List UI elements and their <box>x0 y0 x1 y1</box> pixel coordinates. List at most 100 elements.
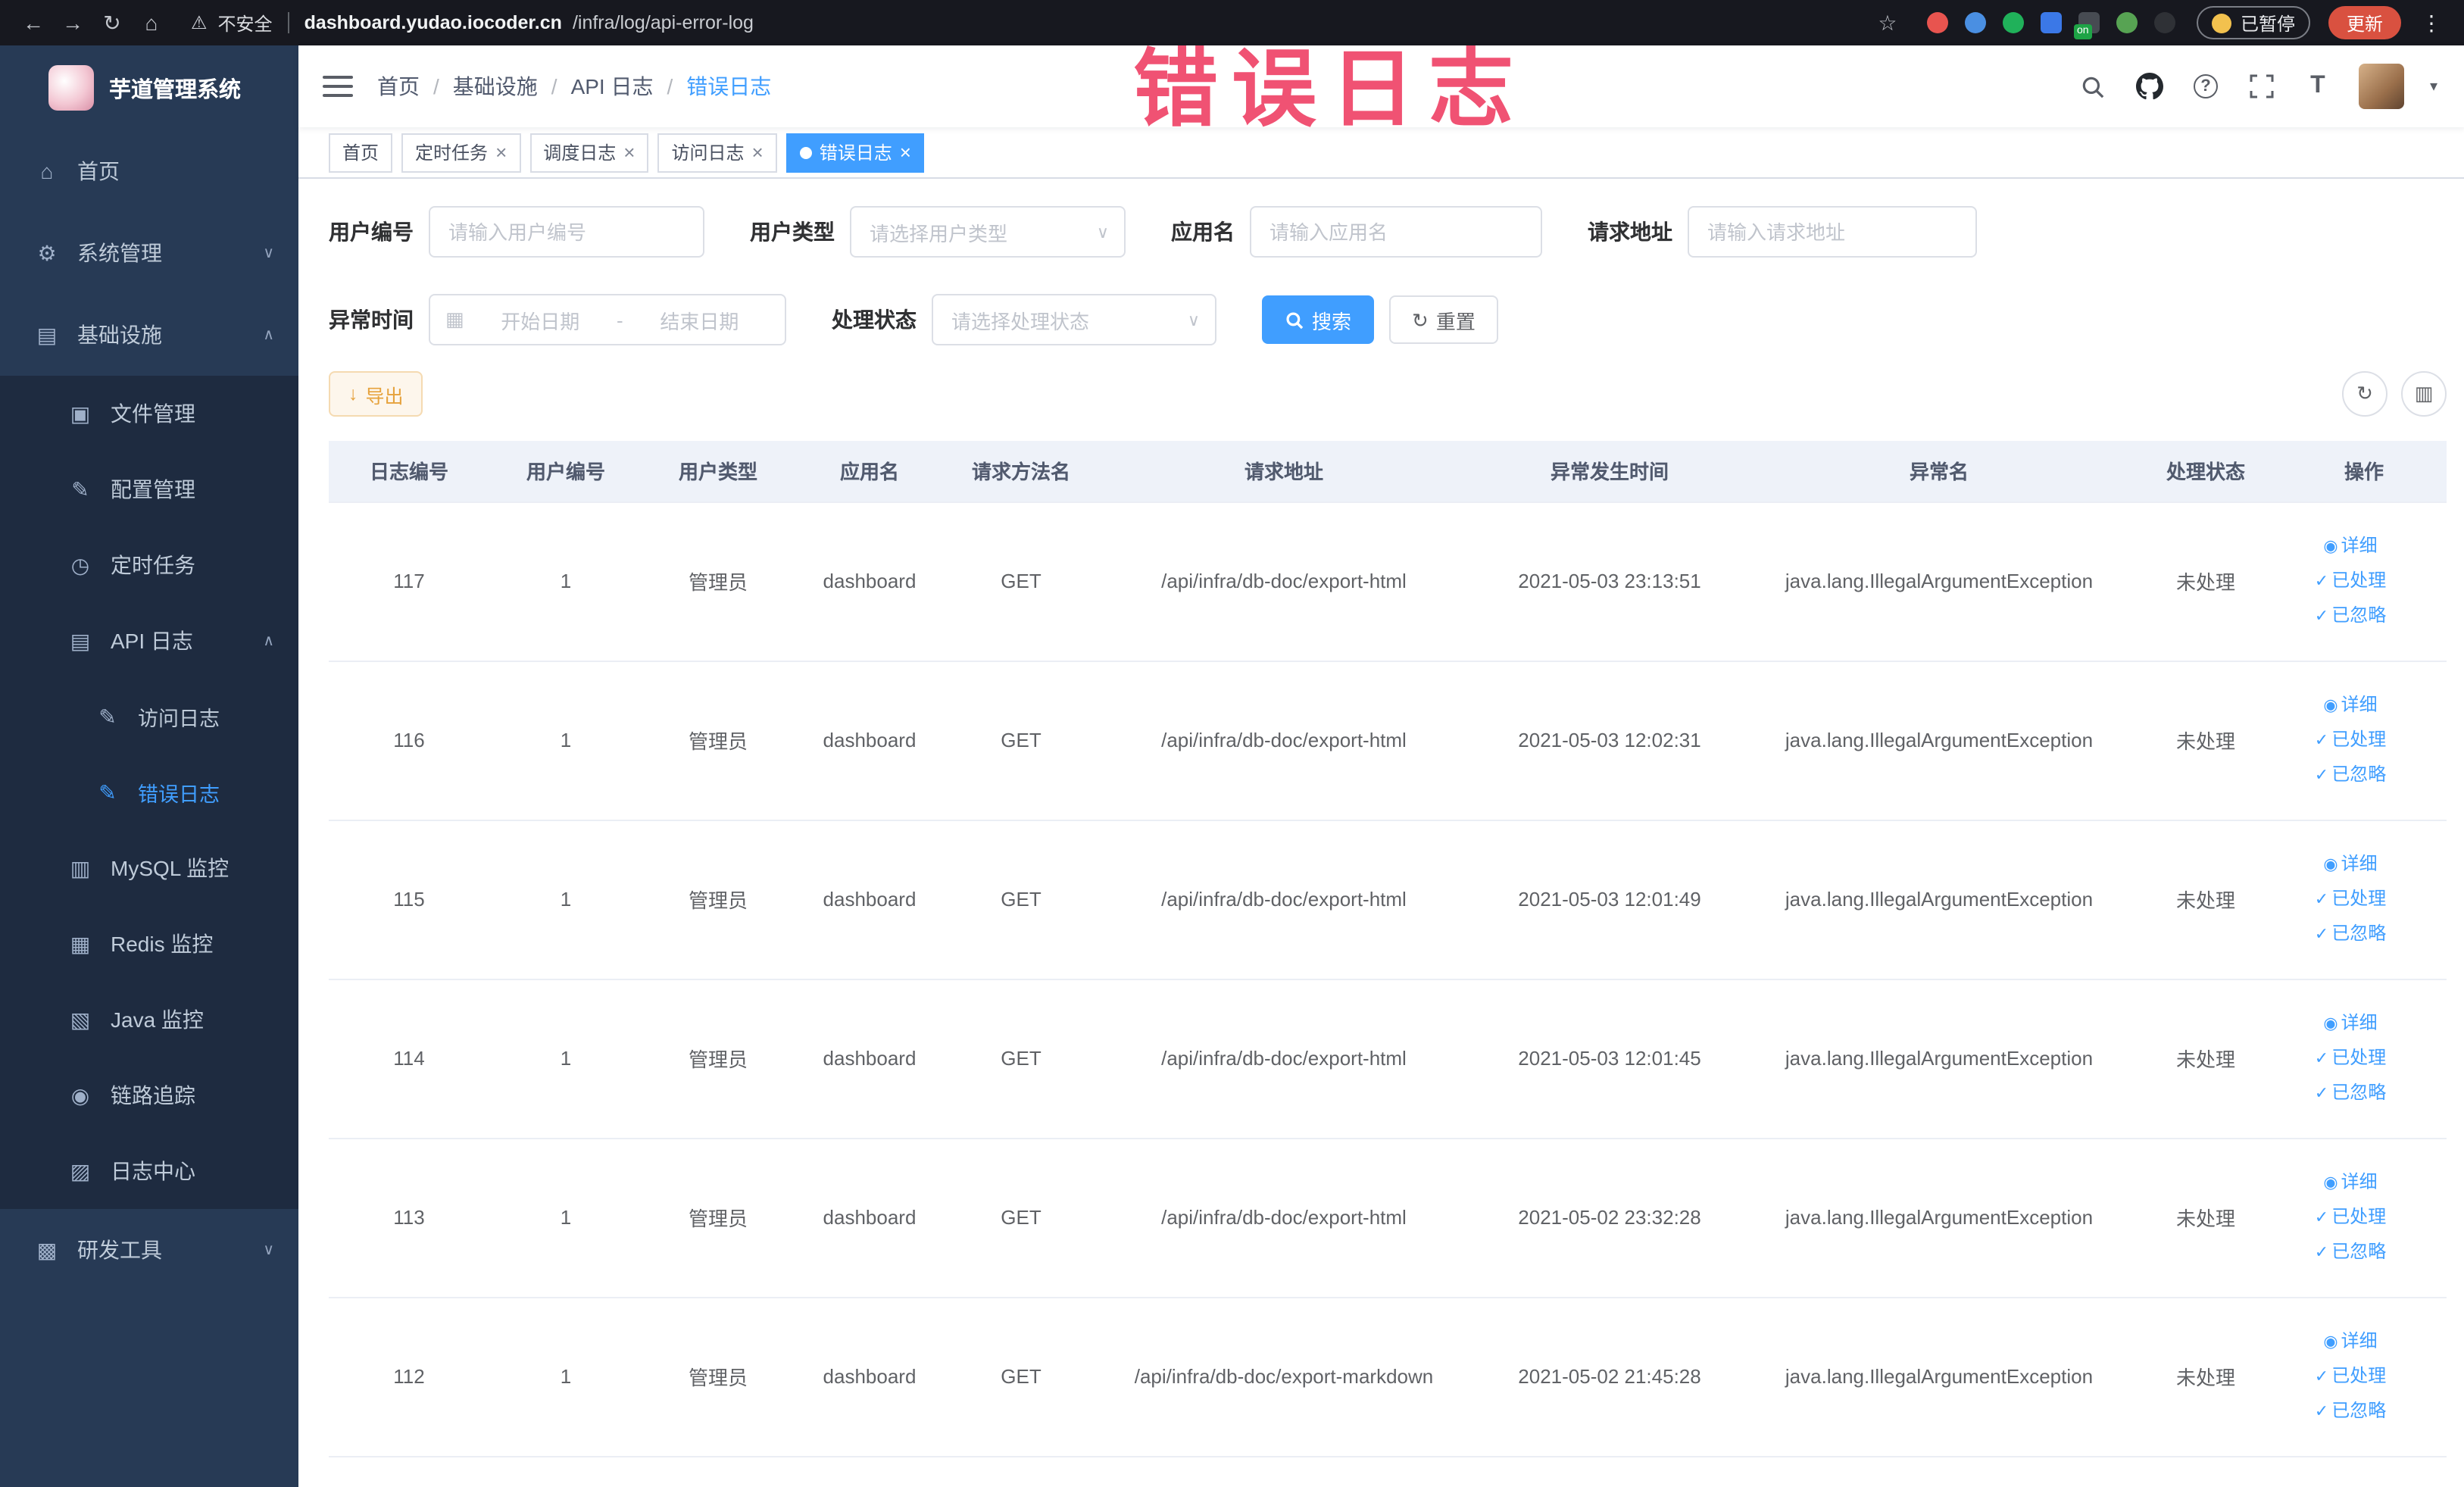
cell-status: 未处理 <box>2130 501 2281 661</box>
sidebar-item-label: 首页 <box>77 159 120 183</box>
user-id-label: 用户编号 <box>329 220 414 244</box>
tab-access-log[interactable]: 访问日志 × <box>657 133 777 172</box>
bookmark-star-icon[interactable]: ☆ <box>1869 10 1906 36</box>
detail-link[interactable]: ◉ 详细 <box>2281 1324 2419 1359</box>
mark-ignored-link[interactable]: ✓ 已忽略 <box>2281 1235 2419 1270</box>
sidebar-item-mysql-monitor[interactable]: ▥ MySQL 监控 <box>0 830 298 906</box>
detail-link[interactable]: ◉ 详细 <box>2281 529 2419 564</box>
mark-processed-link[interactable]: ✓ 已处理 <box>2281 1041 2419 1076</box>
detail-link[interactable]: ◉ 详细 <box>2281 847 2419 882</box>
detail-link[interactable]: ◉ 详细 <box>2281 688 2419 723</box>
update-button[interactable]: 更新 <box>2328 6 2401 39</box>
chevron-down-icon: ∨ <box>263 245 274 261</box>
cell-method: GET <box>945 1138 1097 1298</box>
help-icon[interactable]: ? <box>2191 71 2221 102</box>
extension-icon-4[interactable] <box>2040 12 2062 33</box>
reset-button[interactable]: ↻ 重置 <box>1389 295 1498 344</box>
github-icon[interactable] <box>2135 71 2165 102</box>
sidebar-item-label: 基础设施 <box>77 323 162 347</box>
back-icon[interactable]: ← <box>15 11 52 35</box>
mark-processed-link[interactable]: ✓ 已处理 <box>2281 1359 2419 1394</box>
forward-icon[interactable]: → <box>55 11 91 35</box>
browser-home-icon[interactable]: ⌂ <box>133 11 170 35</box>
column-settings-button[interactable]: ▥ <box>2401 371 2447 417</box>
sidebar-item-infrastructure[interactable]: ▤ 基础设施 ∧ <box>0 294 298 376</box>
paused-badge[interactable]: 已暂停 <box>2196 6 2310 39</box>
cell-user-id: 1 <box>489 979 642 1139</box>
mark-ignored-link[interactable]: ✓ 已忽略 <box>2281 758 2419 792</box>
refresh-table-button[interactable]: ↻ <box>2342 371 2387 417</box>
close-icon[interactable]: × <box>900 142 911 162</box>
cell-url: /api/infra/db-doc/export-html <box>1097 1138 1471 1298</box>
font-size-icon[interactable]: T <box>2303 71 2333 102</box>
chevron-down-icon: ∨ <box>1096 223 1109 242</box>
search-icon[interactable] <box>2078 71 2109 102</box>
breadcrumb-item-api-log[interactable]: API 日志 <box>571 71 654 102</box>
detail-link[interactable]: ◉ 详细 <box>2281 1165 2419 1200</box>
close-icon[interactable]: × <box>752 142 764 162</box>
search-button[interactable]: 搜索 <box>1262 295 1375 344</box>
extension-icon-2[interactable] <box>1964 12 1986 33</box>
sidebar-item-dev-tools[interactable]: ▩ 研发工具 ∨ <box>0 1209 298 1291</box>
paused-badge-label: 已暂停 <box>2240 13 2295 34</box>
extension-icon-1[interactable] <box>1926 12 1948 33</box>
mark-processed-link[interactable]: ✓ 已处理 <box>2281 564 2419 598</box>
sidebar-item-file-mgmt[interactable]: ▣ 文件管理 <box>0 376 298 451</box>
user-type-select[interactable]: 请选择用户类型 ∨ <box>850 206 1126 258</box>
cell-log-id: 112 <box>329 1297 489 1457</box>
export-button[interactable]: ↓ 导出 <box>329 371 423 417</box>
breadcrumb-item-home[interactable]: 首页 <box>377 71 420 102</box>
sidebar-item-home[interactable]: ⌂ 首页 <box>0 130 298 212</box>
sidebar-item-error-log[interactable]: ✎ 错误日志 <box>0 754 298 830</box>
end-date-placeholder: 结束日期 <box>660 310 739 333</box>
user-id-input[interactable] <box>429 206 704 258</box>
tab-timed-task[interactable]: 定时任务 × <box>401 133 521 172</box>
sidebar-item-api-log[interactable]: ▤ API 日志 ∧ <box>0 603 298 679</box>
sidebar-item-label: 链路追踪 <box>111 1083 195 1107</box>
page-content: 用户编号 用户类型 请选择用户类型 ∨ 应用名 <box>298 179 2464 1487</box>
avatar-caret-icon[interactable]: ▾ <box>2430 78 2437 95</box>
browser-menu-icon[interactable]: ⋮ <box>2413 10 2450 36</box>
reload-icon[interactable]: ↻ <box>94 10 130 36</box>
extension-icon-3[interactable] <box>2002 12 2024 33</box>
exception-time-range-picker[interactable]: ▦ 开始日期 - 结束日期 <box>429 294 786 345</box>
close-icon[interactable]: × <box>623 142 635 162</box>
mark-ignored-link[interactable]: ✓ 已忽略 <box>2281 1394 2419 1429</box>
extension-icon-6[interactable] <box>2116 12 2138 33</box>
sidebar-item-config-mgmt[interactable]: ✎ 配置管理 <box>0 451 298 527</box>
column-header-status: 处理状态 <box>2130 441 2281 502</box>
tab-schedule-log[interactable]: 调度日志 × <box>529 133 649 172</box>
cell-app: dashboard <box>794 501 945 661</box>
app-name-input[interactable] <box>1250 206 1542 258</box>
mark-processed-link[interactable]: ✓ 已处理 <box>2281 723 2419 758</box>
close-icon[interactable]: × <box>495 142 507 162</box>
breadcrumb-item-infrastructure[interactable]: 基础设施 <box>453 71 538 102</box>
sidebar-item-redis-monitor[interactable]: ▦ Redis 监控 <box>0 906 298 982</box>
sidebar-item-label: Java 监控 <box>111 1007 204 1032</box>
sidebar-item-access-log[interactable]: ✎ 访问日志 <box>0 679 298 754</box>
extension-icon-7[interactable] <box>2153 12 2175 33</box>
cell-log-id: 114 <box>329 979 489 1139</box>
request-url-input[interactable] <box>1688 206 1977 258</box>
extension-icon-5[interactable]: on <box>2073 12 2100 39</box>
mark-ignored-link[interactable]: ✓ 已忽略 <box>2281 598 2419 633</box>
mark-ignored-link[interactable]: ✓ 已忽略 <box>2281 917 2419 951</box>
sidebar-item-system-mgmt[interactable]: ⚙ 系统管理 ∨ <box>0 212 298 294</box>
address-bar[interactable]: ⚠ 不安全 dashboard.yudao.iocoder.cn/infra/l… <box>191 10 1866 36</box>
mark-processed-link[interactable]: ✓ 已处理 <box>2281 882 2419 917</box>
process-status-select[interactable]: 请选择处理状态 ∨ <box>932 294 1216 345</box>
mark-processed-link[interactable]: ✓ 已处理 <box>2281 1200 2419 1235</box>
sidebar-item-log-center[interactable]: ▨ 日志中心 <box>0 1133 298 1209</box>
fullscreen-icon[interactable] <box>2247 71 2277 102</box>
home-menu-icon: ⌂ <box>40 159 54 183</box>
user-avatar[interactable] <box>2358 64 2404 109</box>
sidebar-item-trace[interactable]: ◉ 链路追踪 <box>0 1057 298 1133</box>
cell-user-id: 1 <box>489 1138 642 1298</box>
sidebar-item-timed-task[interactable]: ◷ 定时任务 <box>0 527 298 603</box>
mark-ignored-link[interactable]: ✓ 已忽略 <box>2281 1076 2419 1111</box>
sidebar-item-java-monitor[interactable]: ▧ Java 监控 <box>0 982 298 1057</box>
detail-link[interactable]: ◉ 详细 <box>2281 1006 2419 1041</box>
tab-home[interactable]: 首页 <box>329 133 393 172</box>
tab-error-log[interactable]: 错误日志 × <box>785 133 925 172</box>
sidebar-collapse-icon[interactable] <box>323 76 353 97</box>
